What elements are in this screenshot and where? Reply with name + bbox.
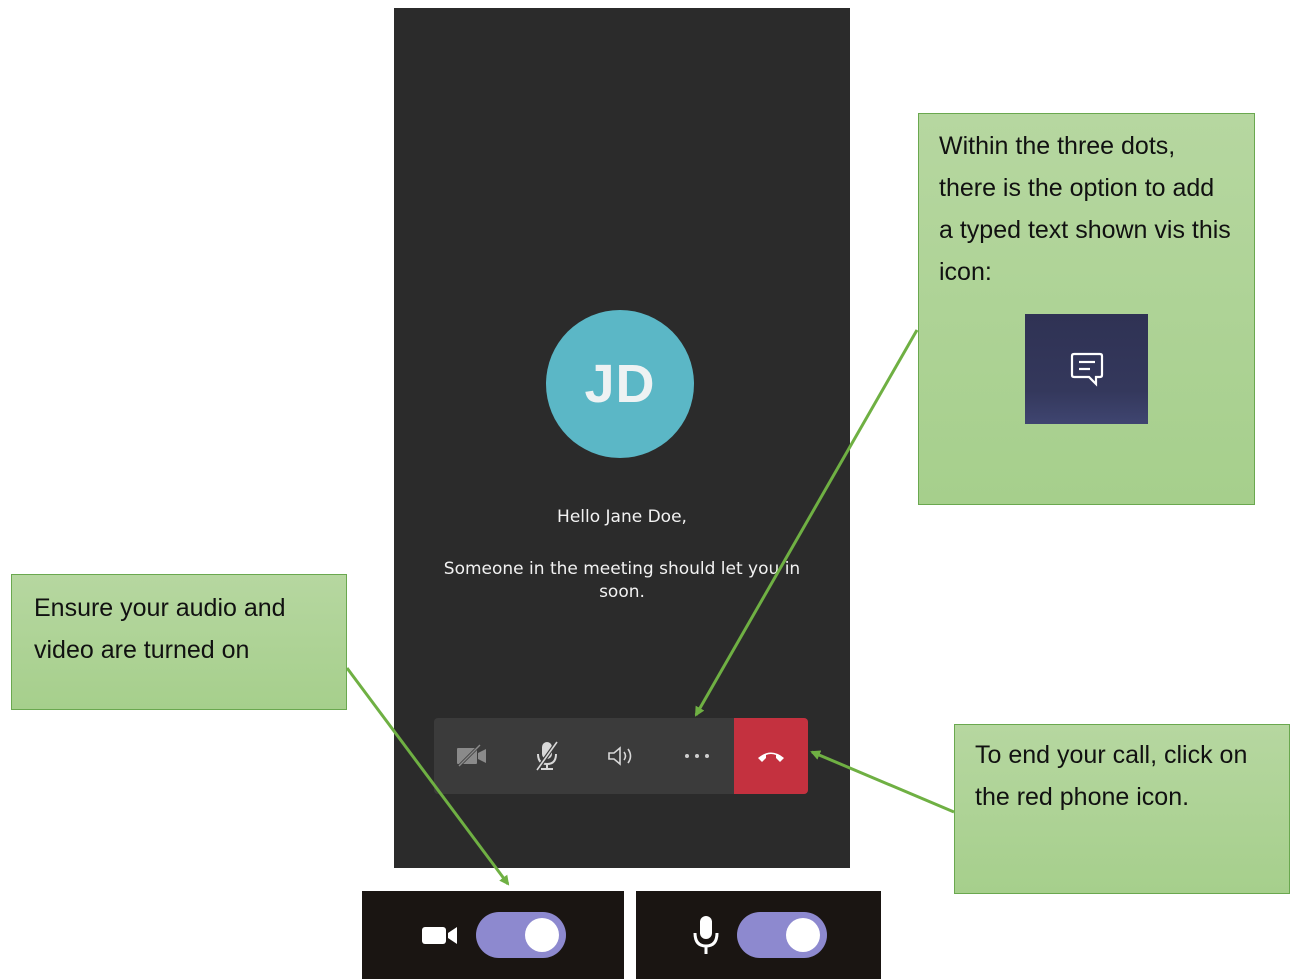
meeting-lobby-screen: JD Hello Jane Doe, Someone in the meetin…	[394, 8, 850, 868]
chat-icon	[1070, 352, 1103, 387]
avatar: JD	[546, 310, 694, 458]
speaker-button[interactable]	[584, 718, 659, 794]
greeting-text: Hello Jane Doe,	[557, 507, 687, 527]
audio-toggle-panel	[636, 891, 881, 979]
call-controls-bar	[434, 718, 808, 794]
microphone-icon	[693, 916, 718, 954]
speaker-icon	[607, 746, 631, 766]
lobby-status-text: Someone in the meeting should let you in…	[443, 559, 801, 602]
callout-end-call-text: To end your call, click on the red phone…	[975, 741, 1248, 811]
callout-three-dots-text: Within the three dots, there is the opti…	[939, 132, 1231, 286]
more-options-button[interactable]	[659, 718, 734, 794]
audio-toggle-switch[interactable]	[736, 912, 827, 958]
mic-muted-icon	[534, 740, 559, 772]
video-toggle-switch[interactable]	[476, 912, 566, 958]
callout-three-dots: Within the three dots, there is the opti…	[918, 113, 1255, 505]
chat-icon-thumbnail	[1025, 314, 1148, 424]
mic-toggle-button[interactable]	[509, 718, 584, 794]
callout-end-call: To end your call, click on the red phone…	[954, 724, 1290, 894]
hang-up-icon	[758, 752, 784, 762]
callout-audio-video-text: Ensure your audio and video are turned o…	[34, 594, 286, 664]
video-camera-icon	[422, 927, 457, 944]
callout-audio-video: Ensure your audio and video are turned o…	[11, 574, 347, 710]
camera-toggle-button[interactable]	[434, 718, 509, 794]
video-toggle-panel	[362, 891, 624, 979]
camera-off-icon	[456, 744, 486, 768]
more-options-icon	[684, 754, 709, 758]
hang-up-button[interactable]	[734, 718, 808, 794]
